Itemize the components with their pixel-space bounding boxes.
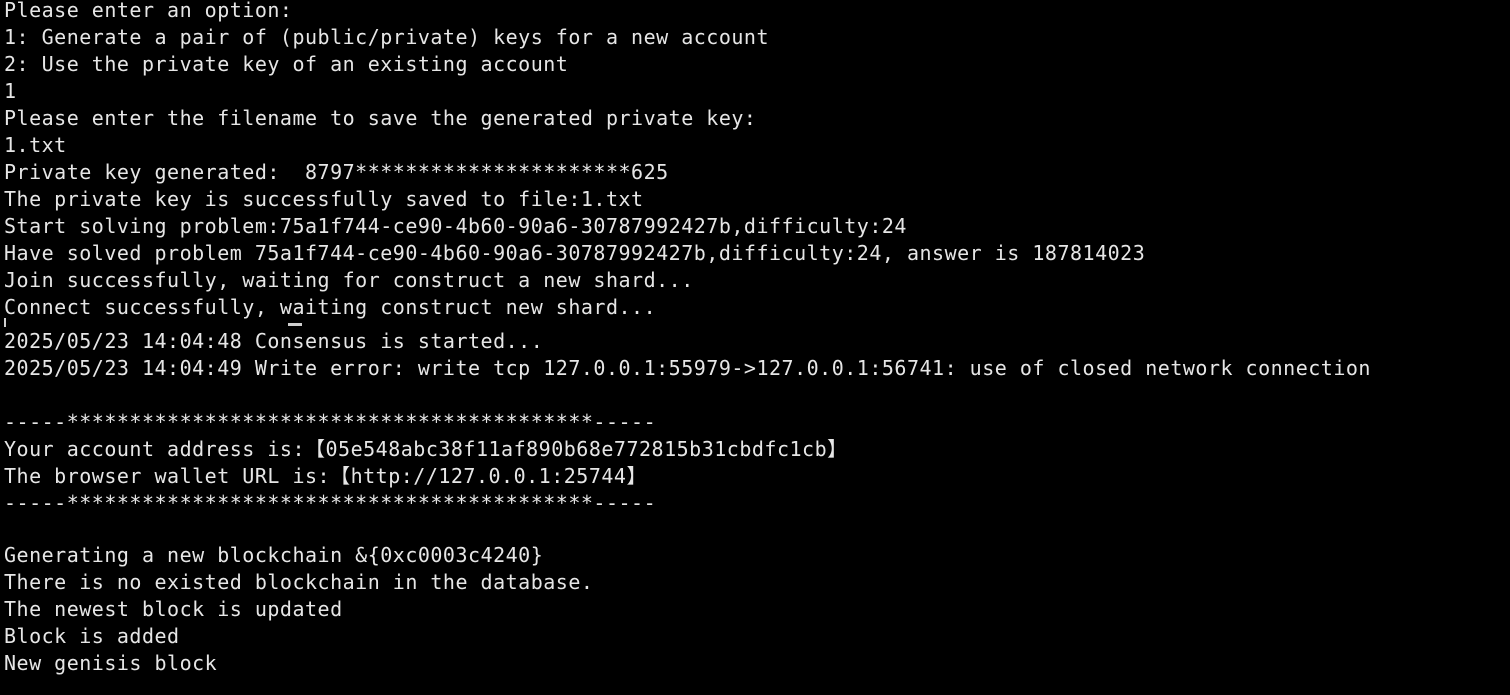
cursor-dash [288,323,302,326]
user-input-filename: 1.txt [4,133,67,157]
separator-top: -----***********************************… [4,410,657,434]
terminal-window[interactable]: Please enter an option: 1: Generate a pa… [0,0,1510,695]
separator-bottom: -----***********************************… [4,491,657,515]
connect-message: Connect successfully, waiting construct … [4,295,657,319]
cursor-mark [4,318,6,327]
prompt-filename: Please enter the filename to save the ge… [4,106,757,130]
newest-block-message: The newest block is updated [4,597,343,621]
start-solving-message: Start solving problem:75a1f744-ce90-4b60… [4,214,907,238]
genesis-block-message: New genisis block [4,651,218,675]
option-generate-keys: 1: Generate a pair of (public/private) k… [4,25,770,49]
prompt-select-option: Please enter an option: [4,0,293,22]
join-message: Join successfully, waiting for construct… [4,268,694,292]
block-added-message: Block is added [4,624,180,648]
no-blockchain-message: There is no existed blockchain in the da… [4,570,594,594]
user-input-option: 1 [4,79,17,103]
option-use-existing-key: 2: Use the private key of an existing ac… [4,52,569,76]
generating-blockchain-message: Generating a new blockchain &{0xc0003c42… [4,543,544,567]
write-error-log: 2025/05/23 14:04:49 Write error: write t… [4,356,1371,380]
wallet-url-line: The browser wallet URL is:【http://127.0.… [4,464,647,488]
key-saved-message: The private key is successfully saved to… [4,187,644,211]
account-address-line: Your account address is:【05e548abc38f11a… [4,437,848,461]
consensus-log: 2025/05/23 14:04:48 Consensus is started… [4,329,544,353]
private-key-generated: Private key generated: 8797*************… [4,160,669,184]
solved-problem-message: Have solved problem 75a1f744-ce90-4b60-9… [4,241,1146,265]
